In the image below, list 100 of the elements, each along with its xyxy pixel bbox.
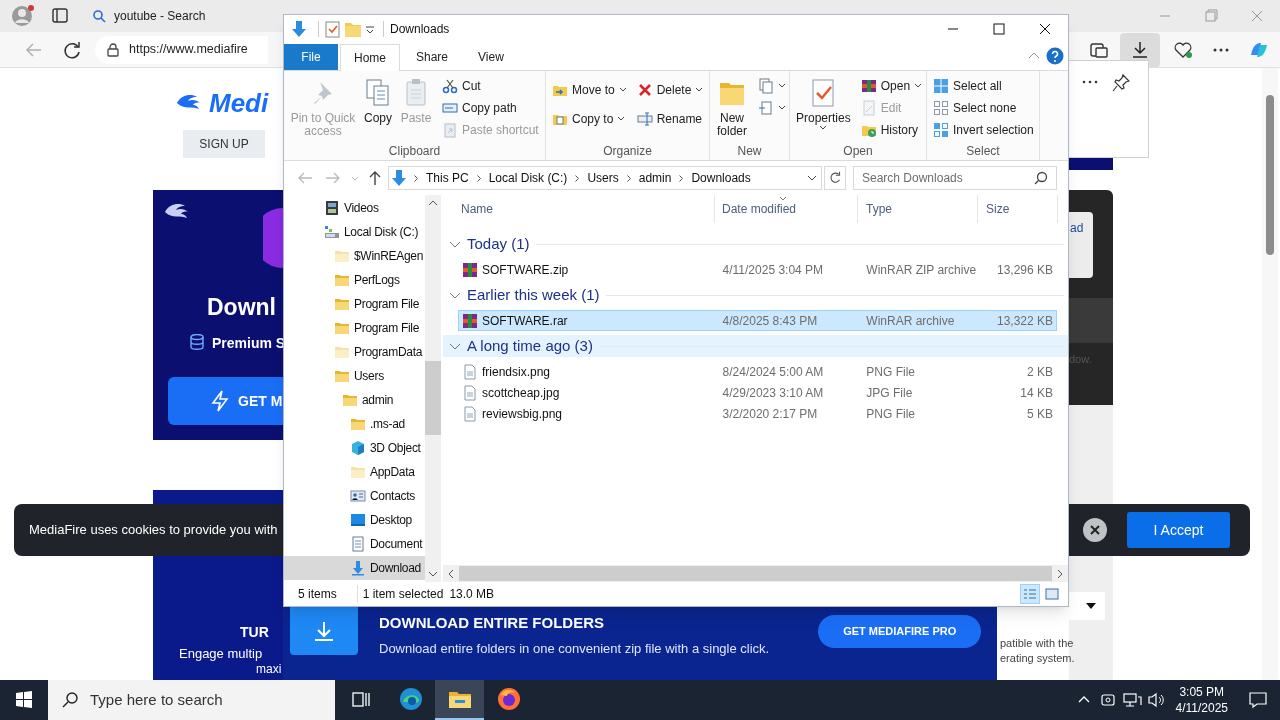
download-link[interactable]: ad — [1070, 219, 1084, 237]
ribbon-button[interactable]: Move to — [550, 75, 629, 104]
status-text: 5 items — [298, 586, 337, 603]
file-date: 4/29/2023 3:10 AM — [721, 384, 825, 402]
nav-item[interactable]: .ms-ad — [284, 412, 425, 436]
nav-item[interactable]: Users — [284, 364, 425, 388]
nav-item[interactable]: Local Disk (C:) — [284, 220, 425, 244]
group-header[interactable]: A long time ago (3) — [443, 335, 1068, 357]
ribbon-tab[interactable]: Share — [402, 44, 463, 70]
ad-text: Engage multip — [179, 646, 263, 661]
select-all-icon — [933, 78, 949, 94]
nav-item[interactable]: admin — [284, 388, 425, 412]
file-row[interactable]: SOFTWARE.rar 4/8/2025 8:43 PM WinRAR archive 13,322 KB — [458, 310, 1057, 331]
ribbon-button[interactable]: Properties — [794, 75, 853, 131]
address-field[interactable]: This PC Local Disk (C:) Users admin Downloads — [388, 166, 822, 190]
firefox-icon — [496, 687, 521, 711]
group-header[interactable]: Earlier this week (1) — [443, 284, 1068, 306]
close-icon — [1090, 525, 1100, 535]
search-icon — [1034, 171, 1048, 185]
close-button[interactable] — [1083, 518, 1107, 542]
ribbon-button[interactable]: Copy to — [550, 104, 629, 133]
rename-icon — [636, 110, 653, 127]
archive-icon — [462, 312, 478, 329]
breadcrumb-item[interactable]: admin — [635, 169, 675, 187]
pin-icon[interactable] — [1112, 74, 1130, 92]
browser-tab[interactable]: youtube - Search — [86, 2, 283, 30]
nav-item[interactable]: ProgramData — [284, 340, 425, 364]
ribbon-tab[interactable]: Home — [340, 44, 400, 71]
ribbon-button[interactable]: Cut — [440, 75, 541, 97]
ad-text: maxi — [256, 662, 282, 677]
column-header[interactable]: Date modified — [715, 195, 858, 223]
file-row[interactable]: reviewsbig.png 3/2/2020 2:17 PM PNG File 5 KB — [458, 403, 1057, 424]
scrollbar-thumb[interactable] — [1266, 95, 1274, 255]
archive-icon — [462, 261, 478, 278]
os-dropdown[interactable] — [1069, 592, 1105, 620]
sign-up-button[interactable]: SIGN UP — [183, 130, 265, 158]
ribbon-button[interactable]: Copy — [360, 75, 396, 125]
file-row[interactable]: SOFTWARE.zip 4/11/2025 3:04 PM WinRAR ZIP archive 13,296 KB — [458, 259, 1057, 280]
ribbon-button[interactable]: New folder — [714, 75, 750, 138]
nav-item[interactable]: Program File — [284, 316, 425, 340]
help-icon[interactable] — [1046, 47, 1064, 65]
ribbon-button[interactable]: Delete — [634, 75, 706, 104]
ribbon-button[interactable]: Open — [858, 75, 925, 97]
file-size: 2 KB — [1026, 363, 1054, 381]
nav-item[interactable]: Desktop — [284, 508, 425, 532]
scrollbar-thumb[interactable] — [425, 361, 441, 435]
breadcrumb-item[interactable]: Downloads — [688, 169, 754, 187]
clipboard-icon — [442, 122, 458, 138]
document-icon — [350, 536, 366, 552]
breadcrumb-item[interactable]: Users — [584, 169, 622, 187]
column-header[interactable]: Name — [443, 195, 715, 223]
group-header[interactable]: Today (1) — [443, 233, 1068, 255]
accept-button[interactable]: I Accept — [1127, 512, 1230, 548]
ribbon-button[interactable]: Select all — [931, 75, 1036, 97]
ribbon-button[interactable]: Copy path — [440, 97, 541, 119]
scrollbar-thumb[interactable] — [459, 566, 1052, 581]
ad-button[interactable]: GET M — [168, 377, 283, 425]
breadcrumb-item[interactable]: Local Disk (C:) — [485, 169, 571, 187]
promo-button[interactable]: GET MEDIAFIRE PRO — [818, 615, 982, 648]
clock-date: 4/11/2025 — [1175, 700, 1228, 716]
ribbon-tab[interactable]: File — [284, 44, 338, 70]
nav-item[interactable]: Download — [284, 556, 425, 580]
nav-item[interactable]: Program File — [284, 292, 425, 316]
nav-item[interactable]: Contacts — [284, 484, 425, 508]
file-row[interactable]: friendsix.png 8/24/2024 5:00 AM PNG File 2 KB — [458, 361, 1057, 382]
path-field-icon — [442, 100, 458, 116]
file-row[interactable]: scottcheap.jpg 4/29/2023 3:10 AM JPG File 14 KB — [458, 382, 1057, 403]
ribbon-button[interactable]: History — [858, 119, 925, 141]
clock[interactable]: 3:05 PM 4/11/2025 — [1167, 684, 1236, 716]
promo-title: DOWNLOAD ENTIRE FOLDERS — [379, 613, 605, 633]
group-label: Clipboard — [387, 143, 442, 160]
column-header[interactable]: Type — [858, 195, 978, 223]
column-header[interactable]: Size — [978, 195, 1058, 223]
nav-item[interactable]: AppData — [284, 460, 425, 484]
file-type: PNG File — [865, 405, 916, 423]
taskbar-app[interactable] — [435, 680, 484, 720]
search-field[interactable]: Search Downloads — [853, 166, 1057, 190]
ad-heading: TUR — [240, 623, 269, 642]
nav-item[interactable]: $WinREAgen — [284, 244, 425, 268]
ribbon-tab[interactable]: View — [464, 44, 518, 70]
address-bar[interactable]: https://www.mediafire — [95, 35, 268, 64]
ribbon-button[interactable]: Invert selection — [931, 119, 1036, 141]
nav-item[interactable]: Videos — [284, 196, 425, 220]
download-icon — [1132, 40, 1148, 59]
taskbar-search[interactable]: Type here to search — [48, 680, 335, 720]
file-name: SOFTWARE.rar — [482, 312, 568, 330]
ribbon-button[interactable] — [756, 75, 788, 97]
nav-item[interactable]: Document — [284, 532, 425, 556]
header-strip — [1069, 158, 1113, 170]
refresh-icon[interactable] — [824, 166, 846, 190]
chevron-right-icon — [414, 174, 418, 182]
caret-icon — [778, 105, 786, 111]
ad-heading: Downl — [207, 293, 276, 322]
ribbon-button[interactable]: Select none — [931, 97, 1036, 119]
image-file-icon — [462, 363, 478, 380]
breadcrumb-item[interactable]: This PC — [423, 169, 472, 187]
nav-item[interactable]: 3D Object — [284, 436, 425, 460]
archive-icon — [860, 78, 877, 94]
nav-item[interactable]: PerfLogs — [284, 268, 425, 292]
ribbon-button[interactable]: Rename — [634, 104, 706, 133]
